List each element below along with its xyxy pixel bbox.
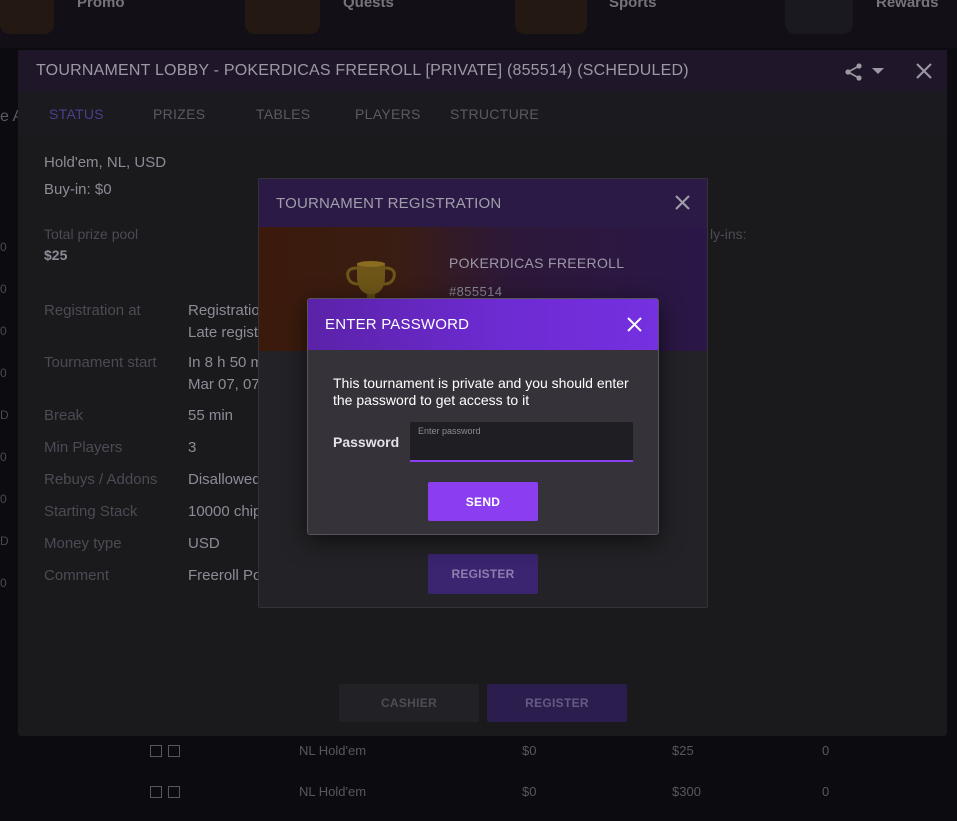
nav-item-sports[interactable]: Sports [609,0,657,11]
detail-label: Rebuys / Addons [44,471,158,488]
detail-value: 55 min [188,407,234,424]
tab-structure[interactable]: STRUCTURE [450,106,539,122]
detail-label: Money type [44,535,122,552]
enter-password-dialog: ENTER PASSWORD This tournament is privat… [307,298,659,535]
tab-players[interactable]: PLAYERS [355,106,421,122]
registration-header: TOURNAMENT REGISTRATION [259,179,707,227]
password-input[interactable] [418,438,623,458]
share-icon[interactable] [844,62,864,82]
tournament-name: POKERDICAS FREEROLL [449,255,625,271]
password-dialog-title: ENTER PASSWORD [325,316,470,333]
table-row[interactable]: NL Hold'em $0 $300 0 [0,781,957,803]
nav-item-rewards[interactable]: Rewards [876,0,939,11]
lock-icon [150,786,162,798]
cashier-button[interactable]: CASHIER [339,684,479,722]
rewards-thumbnail [785,0,853,34]
lobby-tabs: STATUS PRIZES TABLES PLAYERS STRUCTURE [18,92,947,136]
prize-pool-label: Total prize pool [44,226,139,242]
nav-item-promo[interactable]: Promo [77,0,125,11]
lobby-header: TOURNAMENT LOBBY - POKERDICAS FREEROLL [… [18,50,947,92]
password-placeholder: Enter password [418,426,481,436]
tab-status[interactable]: STATUS [49,106,104,122]
lock-icon [150,745,162,757]
detail-value: Late registr [188,324,264,341]
info-icon [168,745,180,757]
detail-label: Tournament start [44,354,157,371]
detail-value: Disallowed [188,471,261,488]
tournament-id: #855514 [449,284,503,299]
promo-thumbnail [0,0,54,34]
detail-value: Mar 07, 07: [188,376,264,393]
close-icon[interactable] [674,194,691,211]
password-dialog-header: ENTER PASSWORD [308,299,658,350]
detail-label: Break [44,407,84,424]
password-label: Password [333,434,400,450]
rebuy-info-label: ly-ins: [710,226,747,242]
chevron-down-icon[interactable] [872,68,884,74]
detail-value: In 8 h 50 m [188,354,264,371]
tab-prizes[interactable]: PRIZES [153,106,205,122]
prize-pool-value: $25 [44,247,68,263]
lobby-register-button[interactable]: REGISTER [487,684,627,722]
detail-label: Min Players [44,439,123,456]
background-column-marks: 0 0 0 0 D 0 0 D 0 [0,240,9,590]
tab-tables[interactable]: TABLES [256,106,310,122]
game-info: Hold'em, NL, USD [44,154,167,171]
detail-label: Registration at [44,302,141,319]
buy-in: Buy-in: $0 [44,181,112,198]
top-navigation: Promo Quests Sports Rewards [0,0,957,48]
sports-thumbnail [515,0,587,34]
detail-label: Starting Stack [44,503,138,520]
nav-item-quests[interactable]: Quests [343,0,394,11]
close-icon[interactable] [915,62,933,80]
send-button[interactable]: SEND [428,482,538,521]
detail-value: Freeroll Pok [188,567,269,584]
detail-value: Registration [188,302,269,319]
lobby-title: TOURNAMENT LOBBY - POKERDICAS FREEROLL [… [36,62,689,79]
detail-value: 10000 chip [188,503,262,520]
register-button[interactable]: REGISTER [428,554,538,594]
registration-title: TOURNAMENT REGISTRATION [276,195,502,212]
detail-value: 3 [188,439,197,456]
quests-thumbnail [245,0,320,34]
detail-label: Comment [44,567,110,584]
password-field[interactable]: Enter password [410,422,633,462]
info-icon [168,786,180,798]
close-icon[interactable] [626,316,643,333]
detail-value: USD [188,535,220,552]
table-row[interactable]: NL Hold'em $0 $25 0 [0,740,957,762]
password-message: This tournament is private and you shoul… [333,375,629,408]
